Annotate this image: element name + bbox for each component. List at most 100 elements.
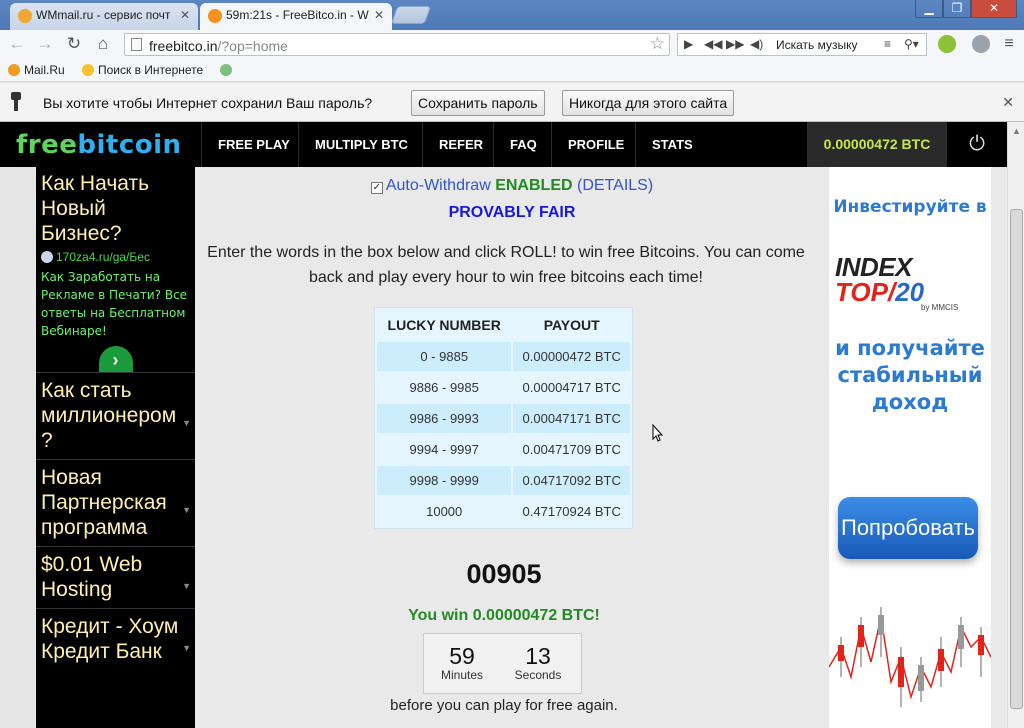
- brand-by-text: by MMCIS: [921, 303, 959, 312]
- never-for-site-button[interactable]: Никогда для этого сайта: [562, 90, 735, 116]
- ad-item[interactable]: Новая Партнерская программа ▼: [36, 459, 195, 546]
- payout-cell: 0.00047171 BTC: [513, 404, 630, 433]
- play-again-text: before you can play for free again.: [390, 697, 618, 714]
- nav-free-play[interactable]: FREE PLAY: [201, 122, 306, 167]
- tab-wmmail[interactable]: WMmail.ru - сервис почт ✕: [10, 3, 198, 30]
- scroll-up-arrow-icon[interactable]: ▲: [1012, 126, 1021, 136]
- auto-withdraw-checkbox[interactable]: ✓: [370, 182, 383, 194]
- bookmark-star-icon[interactable]: ☆: [650, 34, 665, 54]
- settings-wrench-icon[interactable]: ≡: [1000, 35, 1018, 53]
- address-bar[interactable]: freebitco.in/?op=home ☆: [124, 33, 670, 56]
- tab-freebitcoin[interactable]: 59m:21s - FreeBitco.in - W ✕: [200, 3, 392, 30]
- bookmarks-bar: Mail.Ru Поиск в Интернете: [0, 58, 1024, 82]
- nav-profile[interactable]: PROFILE: [551, 122, 640, 167]
- ad-item[interactable]: Как стать миллионером ? ▼: [36, 372, 195, 459]
- auto-withdraw-label: Auto-Withdraw: [385, 177, 491, 194]
- tab-title: 59m:21s - FreeBitco.in - W: [226, 8, 369, 22]
- bookmark-unnamed[interactable]: [220, 63, 236, 77]
- account-balance: 0.00000472 BTC: [807, 122, 947, 167]
- lucky-number-cell: 9994 - 9997: [409, 442, 479, 457]
- nav-faq[interactable]: FAQ: [493, 122, 553, 167]
- maximize-button[interactable]: ❐: [943, 0, 971, 18]
- payout-cell: 0.00004717 BTC: [522, 380, 621, 395]
- table-row: 0 - 9885 0.00000472 BTC: [377, 342, 630, 371]
- site-header: freebitcoin FREE PLAY MULTIPLY BTC REFER…: [0, 122, 1007, 167]
- chevron-down-icon: ▼: [182, 417, 191, 428]
- provably-fair-link[interactable]: PROVABLY FAIR: [195, 204, 829, 222]
- globe-icon: [41, 251, 53, 263]
- site-logo[interactable]: freebitcoin: [16, 130, 182, 160]
- nav-refer[interactable]: REFER: [422, 122, 499, 167]
- infobar-message: Вы хотите чтобы Интернет сохранил Ваш па…: [43, 95, 373, 111]
- menu-icon[interactable]: ≡: [884, 37, 891, 51]
- save-password-button[interactable]: Сохранить пароль: [411, 90, 545, 116]
- nav-stats[interactable]: STATS: [635, 122, 709, 167]
- ad-body-text: и получайте стабильный доход: [835, 336, 985, 414]
- details-link[interactable]: DETAILS: [582, 177, 648, 194]
- payout-table: LUCKY NUMBER PAYOUT 0 - 9885 0.00000472 …: [374, 307, 633, 529]
- candlestick-chart-icon: [829, 607, 991, 707]
- url-text: freebitco.in/?op=home: [149, 38, 288, 54]
- try-button[interactable]: Попробовать: [838, 497, 978, 559]
- bookmark-search[interactable]: Поиск в Интернете: [82, 63, 203, 77]
- seconds-label: Seconds: [514, 668, 562, 682]
- search-icon[interactable]: ⚲▾: [904, 37, 919, 51]
- music-search-input[interactable]: Искать музыку: [776, 38, 858, 52]
- lucky-number-cell: 9998 - 9999: [377, 466, 512, 495]
- search-bookmark-icon: [82, 64, 94, 76]
- instructions-text: Enter the words in the box below and cli…: [207, 244, 805, 286]
- table-header-row: LUCKY NUMBER PAYOUT: [377, 310, 630, 340]
- rewind-icon[interactable]: ◀◀: [704, 37, 722, 51]
- browser-toolbar: ← → ↻ ⌂ freebitco.in/?op=home ☆ ▶ ◀◀ ▶▶ …: [0, 30, 1024, 58]
- window-close-button[interactable]: ✕: [971, 0, 1017, 18]
- reload-icon[interactable]: ↻: [63, 34, 85, 54]
- enabled-status: ENABLED: [495, 177, 573, 194]
- page-scrollbar[interactable]: ▲: [1007, 122, 1024, 728]
- ad-item[interactable]: $0.01 Web Hosting ▼: [36, 546, 195, 608]
- logout-power-icon[interactable]: ⏻: [947, 122, 1007, 167]
- scrollbar-thumb[interactable]: [1010, 209, 1023, 709]
- fast-forward-icon[interactable]: ▶▶: [726, 37, 744, 51]
- back-arrow-icon[interactable]: ←: [6, 34, 28, 54]
- wmmail-favicon-icon: [18, 9, 32, 23]
- mailru-icon: [8, 64, 20, 76]
- minimize-button[interactable]: ▁: [915, 0, 943, 18]
- timer-minutes: 59 Minutes: [427, 644, 497, 682]
- home-icon[interactable]: ⌂: [92, 34, 114, 54]
- lucky-number-cell: 10000: [426, 504, 463, 519]
- timer-seconds: 13 Seconds: [503, 644, 573, 682]
- ad-go-arrow-icon[interactable]: ›: [98, 346, 133, 372]
- win-message: You win 0.00000472 BTC!: [408, 607, 600, 624]
- close-icon[interactable]: ✕: [1002, 94, 1014, 111]
- extension-icon[interactable]: [972, 35, 990, 53]
- payout-cell: 0.00000472 BTC: [513, 342, 630, 371]
- lucky-number-cell: 9886 - 9985: [409, 380, 479, 395]
- close-tab-icon[interactable]: ✕: [374, 8, 384, 22]
- ad-item[interactable]: Кредит - Хоум Кредит Банк ▼: [36, 608, 195, 670]
- mouse-cursor-icon: [652, 424, 664, 442]
- payout-cell: 0.00471709 BTC: [522, 442, 621, 457]
- ad-link[interactable]: 170za4.ru/ga/Бес: [36, 250, 195, 268]
- roll-result-number: 00905: [466, 559, 542, 589]
- page-icon: [131, 38, 142, 51]
- ad-description[interactable]: Как Заработать на Рекламе в Печати? Все …: [36, 268, 195, 340]
- volume-icon[interactable]: ◀): [750, 37, 763, 51]
- table-row: 10000 0.47170924 BTC: [377, 497, 630, 526]
- play-icon[interactable]: ▶: [684, 37, 693, 51]
- right-ad-banner[interactable]: Инвестируйте в INDEX TOP/20 by MMCIS и п…: [829, 167, 991, 728]
- forward-arrow-icon[interactable]: →: [34, 34, 56, 54]
- minutes-value: 59: [449, 643, 475, 669]
- extension-icon[interactable]: [938, 35, 956, 53]
- bookmark-mailru[interactable]: Mail.Ru: [8, 63, 65, 77]
- table-row: 9994 - 9997 0.00471709 BTC: [377, 435, 630, 464]
- tab-title: WMmail.ru - сервис почт: [36, 8, 171, 22]
- nav-multiply-btc[interactable]: MULTIPLY BTC: [298, 122, 424, 167]
- ad-headline: Инвестируйте в: [833, 197, 987, 217]
- table-row: 9998 - 9999 0.04717092 BTC: [377, 466, 630, 495]
- payout-cell: 0.47170924 BTC: [522, 504, 621, 519]
- lucky-number-cell: 9986 - 9993: [377, 404, 512, 433]
- bitcoin-favicon-icon: [208, 9, 222, 23]
- ad-headline[interactable]: Как Начать Новый Бизнес?: [36, 167, 195, 250]
- new-tab-button[interactable]: [390, 6, 432, 24]
- close-tab-icon[interactable]: ✕: [180, 8, 190, 22]
